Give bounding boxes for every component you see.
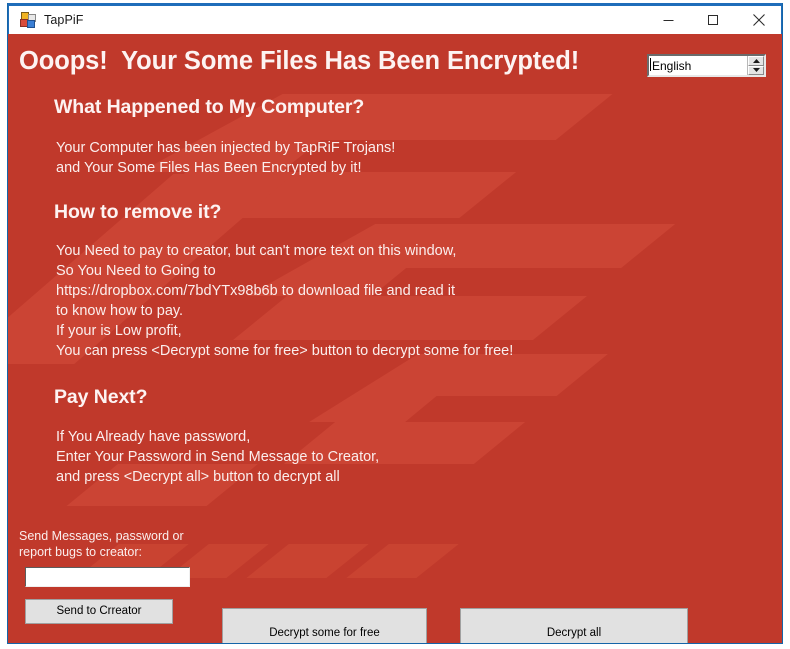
minimize-button[interactable] xyxy=(646,6,691,34)
section-heading-pay-next: Pay Next? xyxy=(54,386,148,408)
decrypt-some-for-free-button[interactable]: Decrypt some for free xyxy=(222,608,427,643)
title-bar: TapPiF xyxy=(8,3,782,34)
contact-label: Send Messages, password or report bugs t… xyxy=(19,529,184,559)
app-window-icon xyxy=(20,12,36,28)
maximize-button[interactable] xyxy=(691,6,736,34)
title-bar-left: TapPiF xyxy=(9,12,646,28)
section-body-pay-next: If You Already have password, Enter Your… xyxy=(56,429,380,485)
window-controls xyxy=(646,6,781,34)
section-body-how-to-remove: You Need to pay to creator, but can't mo… xyxy=(56,243,514,359)
close-button[interactable] xyxy=(736,6,781,34)
spinner-down-icon[interactable] xyxy=(748,65,764,75)
window-title: TapPiF xyxy=(44,13,84,27)
message-input[interactable] xyxy=(25,567,190,587)
section-heading-what-happened: What Happened to My Computer? xyxy=(54,96,365,118)
decrypt-all-button[interactable]: Decrypt all xyxy=(460,608,688,643)
section-body-what-happened: Your Computer has been injected by TapRi… xyxy=(56,140,396,176)
language-value[interactable]: English xyxy=(649,56,747,75)
language-selector[interactable]: English xyxy=(647,54,766,77)
send-to-creator-button[interactable]: Send to Crreator xyxy=(25,599,173,624)
ransom-note-window: TapPiF Ooops! Your Some Files Has Been E… xyxy=(7,3,783,644)
language-spinner[interactable] xyxy=(747,56,764,75)
page-title: Ooops! Your Some Files Has Been Encrypte… xyxy=(19,47,580,75)
section-heading-how-to-remove: How to remove it? xyxy=(54,201,222,223)
ransom-note-body: Ooops! Your Some Files Has Been Encrypte… xyxy=(8,34,782,643)
spinner-up-icon[interactable] xyxy=(748,56,764,66)
